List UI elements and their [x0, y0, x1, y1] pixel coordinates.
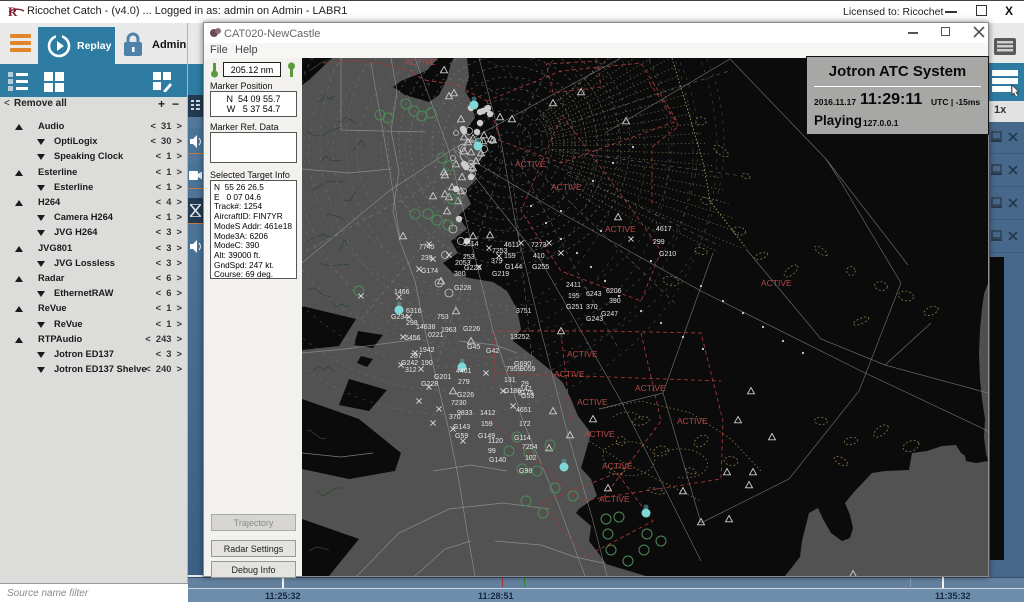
svg-text:7254: 7254 [522, 444, 538, 451]
svg-text:13252: 13252 [510, 334, 530, 341]
svg-text:1120: 1120 [488, 438, 503, 445]
svg-text:ACTIVE: ACTIVE [405, 58, 436, 67]
svg-text:2411: 2411 [566, 282, 581, 289]
svg-text:ACTIVE: ACTIVE [635, 383, 666, 393]
svg-text:1942: 1942 [419, 347, 435, 354]
svg-text:G226: G226 [463, 326, 480, 333]
svg-text:299: 299 [653, 239, 665, 246]
svg-text:ACTIVE: ACTIVE [577, 397, 608, 407]
svg-text:102: 102 [525, 455, 537, 462]
svg-text:4617: 4617 [656, 226, 672, 233]
svg-text:5456: 5456 [405, 335, 421, 342]
svg-text:753: 753 [437, 314, 449, 321]
svg-text:8175: 8175 [518, 390, 534, 397]
svg-text:ACTIVE: ACTIVE [584, 429, 615, 439]
svg-text:195: 195 [568, 293, 580, 300]
svg-text:14638: 14638 [416, 324, 436, 331]
svg-text:ACTIVE: ACTIVE [761, 278, 792, 288]
svg-text:G226: G226 [457, 392, 474, 399]
svg-text:172: 172 [519, 421, 531, 428]
svg-text:390: 390 [609, 298, 621, 305]
svg-text:6206: 6206 [606, 288, 622, 295]
svg-text:G144: G144 [505, 264, 522, 271]
svg-text:287: 287 [410, 353, 422, 360]
svg-text:2053: 2053 [455, 260, 471, 267]
svg-text:7745: 7745 [419, 244, 435, 251]
svg-text:G114: G114 [514, 435, 531, 442]
svg-text:G243: G243 [586, 316, 603, 323]
svg-text:190: 190 [421, 360, 433, 367]
svg-text:370: 370 [586, 304, 598, 311]
svg-text:370: 370 [449, 414, 461, 421]
svg-text:159: 159 [504, 253, 516, 260]
svg-text:G42: G42 [486, 348, 499, 355]
svg-text:6316: 6316 [406, 308, 422, 315]
svg-text:ACTIVE: ACTIVE [602, 461, 633, 471]
svg-text:G201: G201 [434, 374, 451, 381]
svg-text:4651: 4651 [516, 407, 532, 414]
svg-text:G45: G45 [467, 344, 480, 351]
svg-text:G228: G228 [454, 285, 471, 292]
svg-text:312: 312 [405, 367, 417, 374]
svg-text:G140: G140 [489, 457, 506, 464]
svg-text:9055: 9055 [520, 366, 536, 373]
svg-text:ACTIVE: ACTIVE [515, 159, 546, 169]
svg-text:1466: 1466 [394, 289, 410, 296]
svg-text:279: 279 [458, 379, 470, 386]
svg-text:131: 131 [504, 377, 516, 384]
svg-text:4461: 4461 [456, 368, 472, 375]
svg-text:1963: 1963 [441, 327, 457, 334]
svg-text:99: 99 [488, 448, 496, 455]
svg-text:7230: 7230 [451, 400, 467, 407]
svg-text:ACTIVE: ACTIVE [605, 224, 636, 234]
svg-text:379: 379 [491, 258, 503, 265]
svg-text:3514: 3514 [463, 241, 479, 248]
svg-text:159: 159 [481, 421, 493, 428]
svg-text:G98: G98 [519, 468, 532, 475]
svg-text:G242: G242 [401, 360, 418, 367]
svg-text:3751: 3751 [516, 308, 532, 315]
svg-text:G255: G255 [532, 264, 549, 271]
svg-text:ACTIVE: ACTIVE [599, 494, 630, 504]
svg-text:1412: 1412 [480, 410, 496, 417]
svg-text:410: 410 [533, 253, 545, 260]
svg-text:G174: G174 [421, 268, 438, 275]
svg-text:G59: G59 [455, 433, 468, 440]
svg-text:ACTIVE: ACTIVE [551, 182, 582, 192]
svg-text:239: 239 [421, 255, 433, 262]
svg-text:G247: G247 [601, 311, 618, 318]
svg-text:G251: G251 [566, 304, 583, 311]
svg-text:ACTIVE: ACTIVE [567, 349, 598, 359]
svg-text:G143: G143 [453, 424, 470, 431]
svg-text:7273: 7273 [531, 242, 547, 249]
svg-text:ACTIVE: ACTIVE [554, 369, 585, 379]
svg-text:6243: 6243 [586, 291, 602, 298]
svg-text:G219: G219 [492, 271, 509, 278]
svg-text:G210: G210 [659, 251, 676, 258]
svg-text:380: 380 [454, 271, 466, 278]
svg-text:G228: G228 [421, 381, 438, 388]
